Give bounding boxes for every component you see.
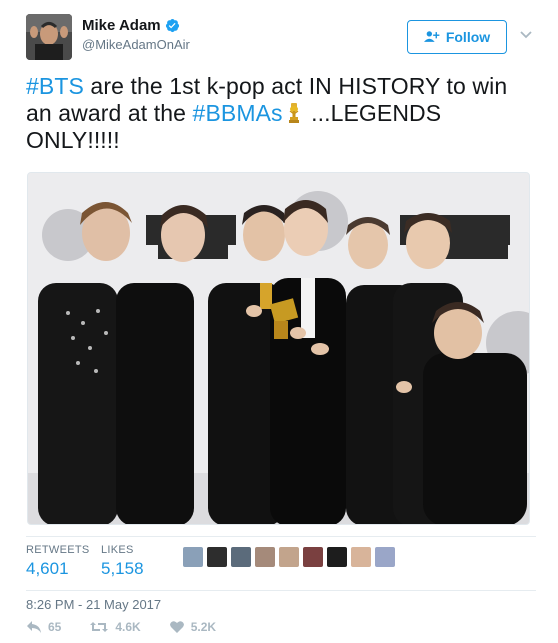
retweets-stat[interactable]: RETWEETS 4,601 (26, 544, 90, 579)
hashtag-bbmas[interactable]: #BBMAs (193, 100, 283, 126)
tweet-timestamp[interactable]: 8:26 PM - 21 May 2017 (26, 590, 536, 612)
hashtag-bts[interactable]: #BTS (26, 73, 84, 99)
chevron-down-icon[interactable] (519, 28, 533, 42)
retweets-value: 4,601 (26, 559, 69, 578)
add-user-icon (423, 31, 440, 42)
tweet-stats: RETWEETS 4,601 LIKES 5,158 (26, 536, 536, 582)
likes-value: 5,158 (101, 559, 144, 578)
likers-avatars (183, 547, 395, 567)
liker-avatar[interactable] (351, 547, 371, 567)
likes-stat[interactable]: LIKES 5,158 (101, 544, 144, 579)
follow-button[interactable]: Follow (407, 20, 507, 54)
retweet-count: 4.6K (115, 620, 141, 634)
verified-badge-icon (165, 18, 179, 33)
display-name-text[interactable]: Mike Adam (82, 17, 161, 34)
like-count: 5.2K (190, 620, 217, 634)
retweets-label: RETWEETS (26, 544, 90, 556)
likes-label: LIKES (101, 544, 134, 556)
reply-count: 65 (48, 620, 62, 634)
liker-avatar[interactable] (303, 547, 323, 567)
author-names: Mike Adam @MikeAdamOnAir (82, 17, 190, 52)
liker-avatar[interactable] (183, 547, 203, 567)
author-avatar[interactable] (26, 14, 72, 60)
tweet-header: Mike Adam @MikeAdamOnAir Follow (26, 14, 536, 64)
tweet-text: #BTS are the 1st k-pop act IN HISTORY to… (26, 73, 536, 154)
reply-icon (27, 621, 41, 633)
like-action[interactable]: 5.2K (169, 620, 216, 634)
retweet-action[interactable]: 4.6K (89, 620, 141, 634)
tweet-photo[interactable] (27, 172, 530, 525)
tweet-actions: 65 4.6K 5.2K (26, 620, 216, 634)
retweet-icon (90, 622, 109, 632)
liker-avatar[interactable] (207, 547, 227, 567)
liker-avatar[interactable] (279, 547, 299, 567)
liker-avatar[interactable] (375, 547, 395, 567)
author-handle[interactable]: @MikeAdamOnAir (82, 37, 190, 52)
liker-avatar[interactable] (231, 547, 251, 567)
heart-icon (169, 621, 184, 633)
liker-avatar[interactable] (255, 547, 275, 567)
trophy-icon (288, 103, 299, 123)
liker-avatar[interactable] (327, 547, 347, 567)
author-display-name[interactable]: Mike Adam (82, 17, 190, 34)
follow-label: Follow (445, 29, 491, 45)
reply-action[interactable]: 65 (26, 620, 61, 634)
